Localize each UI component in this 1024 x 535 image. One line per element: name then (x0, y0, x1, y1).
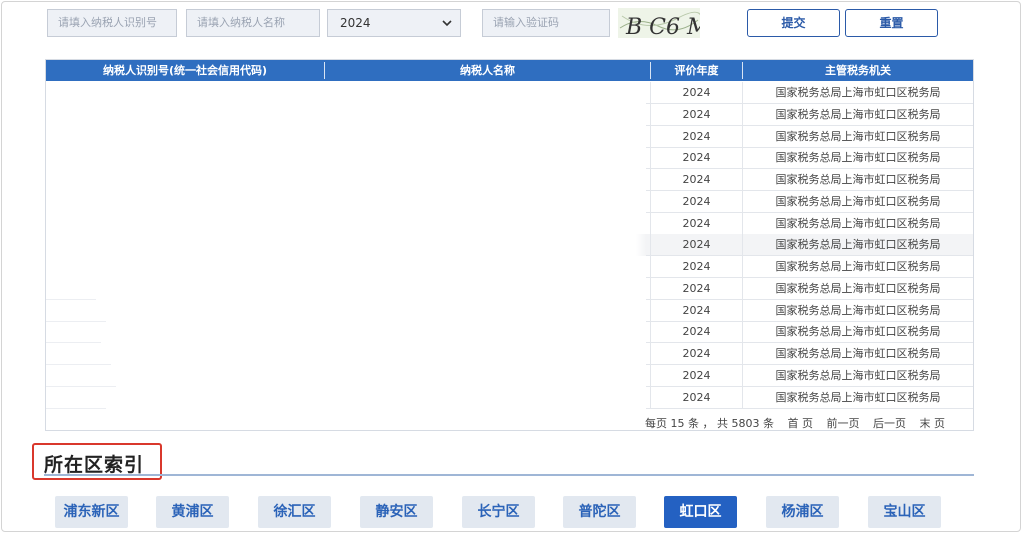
district-button[interactable]: 普陀区 (563, 496, 636, 528)
row-year: 2024 (682, 260, 711, 273)
table-row: 2024 国家税务总局上海市虹口区税务局 (46, 125, 973, 148)
table-row: 2024 国家税务总局上海市虹口区税务局 (46, 212, 973, 235)
row-year: 2024 (682, 303, 711, 317)
year-select-value: 2024 (340, 16, 371, 30)
table-row: 2024 国家税务总局上海市虹口区税务局 (46, 364, 973, 387)
row-authority: 国家税务总局上海市虹口区税务局 (775, 325, 941, 339)
row-year: 2024 (682, 151, 711, 165)
pagination-info: 每页 15 条 ， 共 5803 条 (645, 417, 774, 430)
row-divider (46, 407, 106, 409)
submit-button[interactable]: 提交 (747, 9, 840, 37)
row-authority: 国家税务总局上海市虹口区税务局 (775, 281, 941, 295)
last-page-link[interactable]: 末 页 (920, 417, 946, 430)
captcha-image[interactable]: B C6 M (618, 8, 700, 38)
district-button[interactable]: 浦东新区 (55, 496, 128, 528)
table-header: 纳税人识别号(统一社会信用代码) 纳税人名称 评价年度 主管税务机关 (46, 60, 973, 81)
table-row: 2024 国家税务总局上海市虹口区税务局 (46, 190, 973, 213)
district-button[interactable]: 长宁区 (462, 496, 535, 528)
table-row: 2024 国家税务总局上海市虹口区税务局 (46, 299, 973, 322)
column-header-name: 纳税人名称 (460, 64, 515, 77)
table-row: 2024 国家税务总局上海市虹口区税务局 (46, 82, 973, 104)
row-authority: 国家税务总局上海市虹口区税务局 (775, 303, 941, 317)
row-authority: 国家税务总局上海市虹口区税务局 (775, 173, 941, 186)
next-page-link[interactable]: 后一页 (873, 417, 906, 430)
row-divider (646, 407, 973, 409)
table-row: 2024 国家税务总局上海市虹口区税务局 (46, 386, 973, 409)
row-year: 2024 (682, 368, 711, 382)
row-authority: 国家税务总局上海市虹口区税务局 (775, 347, 941, 360)
column-header-authority: 主管税务机关 (825, 64, 891, 77)
prev-page-link[interactable]: 前一页 (827, 417, 860, 430)
section-divider (44, 474, 974, 476)
results-table: 纳税人识别号(统一社会信用代码) 纳税人名称 评价年度 主管税务机关 2024 国… (45, 59, 974, 431)
row-year: 2024 (682, 194, 711, 208)
table-row: 2024 国家税务总局上海市虹口区税务局 (46, 343, 973, 365)
row-authority: 国家税务总局上海市虹口区税务局 (775, 129, 941, 143)
row-authority: 国家税务总局上海市虹口区税务局 (775, 368, 941, 382)
captcha-input[interactable]: 请输入验证码 (482, 9, 610, 37)
row-authority: 国家税务总局上海市虹口区税务局 (775, 151, 941, 165)
tax-id-input[interactable]: 请填入纳税人识别号 (47, 9, 177, 37)
captcha-graphic: B C6 M (618, 8, 700, 38)
section-title: 所在区索引 (44, 454, 145, 476)
district-button[interactable]: 静安区 (360, 496, 433, 528)
reset-button[interactable]: 重置 (845, 9, 938, 37)
year-select[interactable]: 2024 (327, 9, 461, 37)
table-row: 2024 国家税务总局上海市虹口区税务局 (46, 103, 973, 126)
table-row: 2024 国家税务总局上海市虹口区税务局 (46, 321, 973, 344)
row-year: 2024 (682, 281, 711, 295)
column-header-tax-id: 纳税人识别号(统一社会信用代码) (102, 64, 268, 77)
table-row: 2024 国家税务总局上海市虹口区税务局 (46, 147, 973, 170)
table-row: 2024 国家税务总局上海市虹口区税务局 (46, 277, 973, 300)
row-authority: 国家税务总局上海市虹口区税务局 (775, 260, 941, 273)
row-year: 2024 (682, 107, 711, 121)
district-button[interactable]: 杨浦区 (766, 496, 839, 528)
column-header-year: 评价年度 (674, 64, 719, 77)
row-year: 2024 (682, 173, 711, 186)
row-year: 2024 (682, 347, 711, 360)
row-year: 2024 (682, 390, 711, 404)
row-year: 2024 (682, 216, 711, 230)
row-authority: 国家税务总局上海市虹口区税务局 (775, 86, 941, 99)
captcha-text: B C6 M (625, 15, 700, 38)
table-row: 2024 国家税务总局上海市虹口区税务局 (46, 234, 973, 257)
row-year: 2024 (682, 325, 711, 339)
table-row: 2024 国家税务总局上海市虹口区税务局 (46, 169, 973, 191)
row-authority: 国家税务总局上海市虹口区税务局 (775, 216, 941, 230)
district-button[interactable]: 黄浦区 (156, 496, 229, 528)
first-page-link[interactable]: 首 页 (788, 417, 814, 430)
row-year: 2024 (682, 238, 711, 252)
pagination: 每页 15 条 ， 共 5803 条 首 页 前一页 后一页 末 页 (645, 415, 945, 431)
table-row: 2024 国家税务总局上海市虹口区税务局 (46, 256, 973, 278)
row-authority: 国家税务总局上海市虹口区税务局 (775, 238, 941, 252)
row-authority: 国家税务总局上海市虹口区税务局 (775, 390, 941, 404)
taxpayer-name-input[interactable]: 请填入纳税人名称 (186, 9, 320, 37)
district-button[interactable]: 虹口区 (664, 496, 737, 528)
row-year: 2024 (682, 129, 711, 143)
row-authority: 国家税务总局上海市虹口区税务局 (775, 194, 941, 208)
chevron-down-icon (442, 20, 452, 27)
district-button[interactable]: 徐汇区 (258, 496, 331, 528)
row-authority: 国家税务总局上海市虹口区税务局 (775, 107, 941, 121)
district-button[interactable]: 宝山区 (868, 496, 941, 528)
row-year: 2024 (682, 86, 711, 99)
